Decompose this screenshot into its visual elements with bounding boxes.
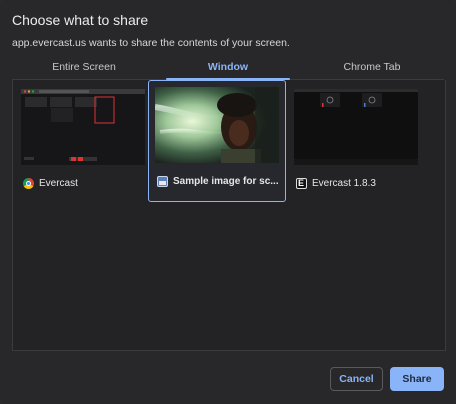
window-thumbnail (21, 89, 145, 165)
evercast-icon (296, 177, 307, 189)
source-label: Evercast (23, 175, 145, 191)
source-label: Sample image for sc... (157, 173, 279, 189)
image-preview-icon (157, 175, 168, 187)
source-label: Evercast 1.8.3 (296, 175, 418, 191)
source-tabs: Entire Screen Window Chrome Tab (12, 57, 444, 80)
tab-entire-screen[interactable]: Entire Screen (12, 57, 156, 79)
source-title: Evercast 1.8.3 (312, 177, 376, 189)
window-thumbnail (294, 89, 418, 165)
source-grid: Evercast Sample image for sc... E Everca… (12, 80, 446, 351)
source-item-evercast-app[interactable]: Evercast 1.8.3 (287, 82, 425, 204)
share-dialog: Choose what to share app.evercast.us wan… (0, 0, 456, 404)
window-thumbnail (155, 87, 279, 163)
dialog-subtitle: app.evercast.us wants to share the conte… (12, 37, 290, 49)
share-button[interactable]: Share (390, 367, 444, 391)
source-item-sample-image[interactable]: Sample image for sc... (148, 80, 286, 202)
source-title: Evercast (39, 177, 78, 189)
tab-window[interactable]: Window (156, 57, 300, 80)
dialog-title: Choose what to share (12, 12, 149, 28)
source-item-evercast[interactable]: Evercast (14, 82, 152, 204)
cancel-button[interactable]: Cancel (330, 367, 383, 391)
chrome-icon (23, 177, 34, 189)
source-title: Sample image for sc... (173, 175, 279, 187)
tab-chrome-tab[interactable]: Chrome Tab (300, 57, 444, 79)
